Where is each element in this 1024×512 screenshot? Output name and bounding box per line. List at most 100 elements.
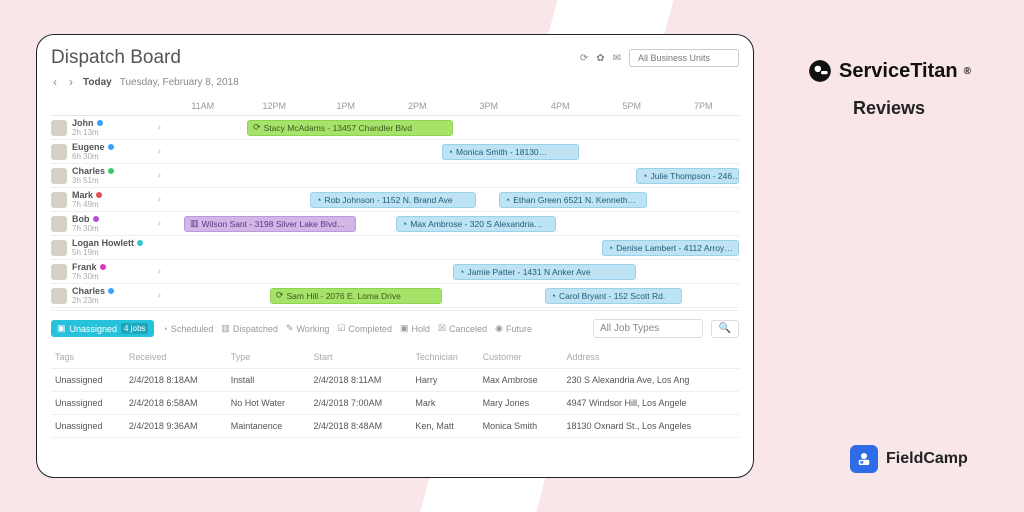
chevron-right-icon[interactable]: › <box>158 290 161 301</box>
avatar <box>51 216 67 232</box>
col-tags[interactable]: Tags <box>51 348 125 369</box>
truck-icon: ▥ <box>190 218 199 229</box>
filter-unassigned[interactable]: ▣ Unassigned 4 jobs <box>51 320 154 337</box>
dispatch-gantt: John2h 13m › ⟳Stacy McAdams - 13457 Chan… <box>51 116 739 308</box>
avatar <box>51 264 67 280</box>
clock-icon: ◔ <box>316 195 321 205</box>
filter-completed[interactable]: ☑ Completed <box>337 323 392 334</box>
status-dot <box>108 168 114 174</box>
avatar <box>51 240 67 256</box>
job-bar[interactable]: ▥Wilson Sant - 3198 Silver Lake Blvd… <box>184 216 356 232</box>
filter-dispatched[interactable]: ▥ Dispatched <box>221 323 278 334</box>
col-cust[interactable]: Customer <box>479 348 563 369</box>
avatar <box>51 168 67 184</box>
filter-bar: ▣ Unassigned 4 jobs ◔ Scheduled ▥ Dispat… <box>51 310 739 344</box>
tech-cell[interactable]: Bob7h 30m › <box>51 212 167 235</box>
job-bar[interactable]: ◔Julie Thompson - 246… <box>636 168 739 184</box>
col-tech[interactable]: Technician <box>411 348 478 369</box>
filter-working[interactable]: ✎ Working <box>286 323 329 334</box>
job-type-select[interactable]: All Job Types <box>593 319 703 338</box>
tech-cell[interactable]: Eugene6h 30m › <box>51 140 167 163</box>
chevron-right-icon[interactable]: › <box>158 266 161 277</box>
tech-cell[interactable]: Mark7h 49m › <box>51 188 167 211</box>
table-row[interactable]: Unassigned2/4/2018 8:18AMInstall2/4/2018… <box>51 369 739 392</box>
filter-canceled[interactable]: ☒ Canceled <box>438 323 487 334</box>
dispatch-icon: ⟳ <box>276 290 284 301</box>
page-title: Dispatch Board <box>51 47 181 69</box>
job-bar[interactable]: ◔Monica Smith - 18130… <box>442 144 579 160</box>
col-addr[interactable]: Address <box>563 348 740 369</box>
job-bar[interactable]: ◔Max Ambrose - 320 S Alexandria… <box>396 216 556 232</box>
status-dot <box>100 264 106 270</box>
clock-icon: ◔ <box>642 171 647 181</box>
filter-hold[interactable]: ▣ Hold <box>400 323 430 334</box>
tech-row: Frank7h 30m › ◔Jamie Patter - 1431 N Ank… <box>51 260 739 284</box>
clock-icon: ◔ <box>402 219 407 229</box>
tech-cell[interactable]: Logan Howlett5h 19m <box>51 236 167 259</box>
avatar <box>51 192 67 208</box>
servicetitan-mark-icon <box>807 58 833 84</box>
app-window: Dispatch Board ⟳ ✿ ✉ All Business Units … <box>36 34 754 478</box>
tech-cell[interactable]: John2h 13m › <box>51 116 167 139</box>
tech-row: Mark7h 49m › ◔Rob Johnson - 1152 N. Bran… <box>51 188 739 212</box>
chevron-right-icon[interactable]: › <box>158 194 161 205</box>
refresh-icon[interactable]: ⟳ <box>580 53 588 64</box>
job-bar[interactable]: ⟳Stacy McAdams - 13457 Chandler Blvd <box>247 120 453 136</box>
status-dot <box>93 216 99 222</box>
jobs-table: Tags Received Type Start Technician Cust… <box>51 348 739 438</box>
table-row[interactable]: Unassigned2/4/2018 6:58AMNo Hot Water2/4… <box>51 392 739 415</box>
status-dot <box>108 288 114 294</box>
col-received[interactable]: Received <box>125 348 227 369</box>
job-bar[interactable]: ⟳Sam Hill - 2076 E. Loma Drive <box>270 288 442 304</box>
current-date: Tuesday, February 8, 2018 <box>120 77 239 88</box>
table-row[interactable]: Unassigned2/4/2018 9:36AMMaintanence2/4/… <box>51 415 739 438</box>
status-dot <box>108 144 114 150</box>
tech-row: Logan Howlett5h 19m ◔Denise Lambert - 41… <box>51 236 739 260</box>
avatar <box>51 120 67 136</box>
fieldcamp-icon <box>850 445 878 473</box>
job-bar[interactable]: ◔Ethan Green 6521 N. Kenneth… <box>499 192 648 208</box>
business-units-select[interactable]: All Business Units <box>629 49 739 67</box>
col-type[interactable]: Type <box>227 348 310 369</box>
chevron-right-icon[interactable]: › <box>158 146 161 157</box>
clock-icon: ◔ <box>459 267 464 277</box>
job-bar[interactable]: ◔Carol Bryant - 152 Scott Rd. <box>545 288 682 304</box>
mail-icon[interactable]: ✉ <box>613 53 621 64</box>
filter-future[interactable]: ◉ Future <box>495 323 532 334</box>
tech-row: Charles2h 23m › ⟳Sam Hill - 2076 E. Loma… <box>51 284 739 308</box>
chevron-right-icon[interactable]: › <box>158 218 161 229</box>
col-start[interactable]: Start <box>310 348 412 369</box>
reviews-label: Reviews <box>774 98 1004 119</box>
prev-day-button[interactable]: ‹ <box>51 75 59 89</box>
status-dot <box>137 240 143 246</box>
tech-cell[interactable]: Charles3h 51m › <box>51 164 167 187</box>
tech-row: John2h 13m › ⟳Stacy McAdams - 13457 Chan… <box>51 116 739 140</box>
filter-scheduled[interactable]: ◔ Scheduled <box>162 324 213 334</box>
job-bar[interactable]: ◔Denise Lambert - 4112 Arroy… <box>602 240 739 256</box>
tech-row: Bob7h 30m › ▥Wilson Sant - 3198 Silver L… <box>51 212 739 236</box>
servicetitan-logo: ServiceTitan® <box>774 58 1004 84</box>
status-dot <box>97 120 103 126</box>
tech-cell[interactable]: Charles2h 23m › <box>51 284 167 307</box>
clock-icon: ◔ <box>608 243 613 253</box>
chevron-right-icon[interactable]: › <box>158 170 161 181</box>
settings-icon[interactable]: ✿ <box>596 53 604 64</box>
today-button[interactable]: Today <box>83 77 112 88</box>
tech-row: Eugene6h 30m › ◔Monica Smith - 18130… <box>51 140 739 164</box>
clock-icon: ◔ <box>505 195 510 205</box>
tech-row: Charles3h 51m › ◔Julie Thompson - 246… <box>51 164 739 188</box>
fieldcamp-logo: FieldCamp <box>850 445 968 473</box>
tech-cell[interactable]: Frank7h 30m › <box>51 260 167 283</box>
avatar <box>51 288 67 304</box>
job-bar[interactable]: ◔Rob Johnson - 1152 N. Brand Ave <box>310 192 476 208</box>
avatar <box>51 144 67 160</box>
status-dot <box>96 192 102 198</box>
time-axis: 11AM12PM1PM2PM3PM4PM5PM7PM <box>167 101 739 111</box>
chevron-right-icon[interactable]: › <box>158 122 161 133</box>
next-day-button[interactable]: › <box>67 75 75 89</box>
search-button[interactable]: 🔍 <box>711 320 739 338</box>
job-bar[interactable]: ◔Jamie Patter - 1431 N Anker Ave <box>453 264 636 280</box>
servicetitan-wordmark: ServiceTitan <box>839 60 958 83</box>
dispatch-icon: ⟳ <box>253 122 261 133</box>
clock-icon: ◔ <box>551 291 556 301</box>
